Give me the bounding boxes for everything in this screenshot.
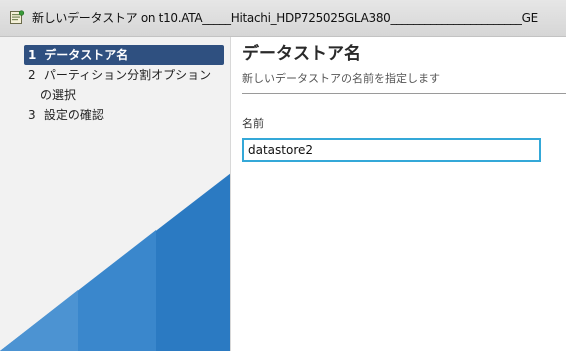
wizard-steps: 1 データストア名 2 パーティション分割オプション の選択 3 設定の確認: [24, 45, 224, 125]
step-number: 2: [28, 68, 36, 82]
step-label: データストア名: [44, 48, 129, 62]
wizard-step-partition-options[interactable]: 2 パーティション分割オプション の選択: [24, 65, 224, 105]
name-field-label: 名前: [242, 117, 264, 130]
page-title: データストア名: [242, 44, 361, 64]
header-divider: [242, 93, 566, 94]
wizard-step-confirm-settings[interactable]: 3 設定の確認: [24, 105, 224, 125]
step-label: パーティション分割オプション: [43, 68, 212, 82]
page-subtitle: 新しいデータストアの名前を指定します: [242, 72, 440, 85]
step-label-continued: の選択: [40, 88, 77, 102]
wizard-step-datastore-name[interactable]: 1 データストア名: [24, 45, 224, 65]
window-title: 新しいデータストア on t10.ATA_____Hitachi_HDP7250…: [32, 11, 538, 25]
step-number: 1: [28, 48, 37, 62]
new-datastore-wizard-window: 新しいデータストア on t10.ATA_____Hitachi_HDP7250…: [0, 0, 566, 351]
datastore-wizard-icon: [9, 9, 25, 25]
step-label: 設定の確認: [43, 108, 104, 122]
step-number: 3: [28, 108, 36, 122]
wizard-step-sidebar: 1 データストア名 2 パーティション分割オプション の選択 3 設定の確認: [0, 37, 231, 351]
title-bar[interactable]: 新しいデータストア on t10.ATA_____Hitachi_HDP7250…: [0, 0, 566, 37]
wizard-content: データストア名 新しいデータストアの名前を指定します 名前: [231, 37, 566, 351]
datastore-name-input[interactable]: [242, 138, 541, 162]
